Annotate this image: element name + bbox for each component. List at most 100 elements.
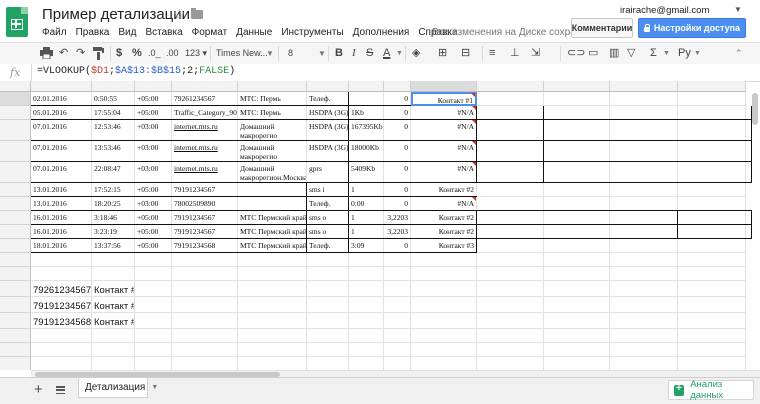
menu-item-3[interactable]: Вставка [145, 27, 182, 38]
data-cell[interactable] [238, 183, 307, 197]
save-status[interactable]: Все изменения на Диске сохра... [432, 27, 584, 38]
empty-cell[interactable] [172, 253, 238, 267]
empty-cell[interactable] [135, 343, 172, 357]
empty-cell[interactable] [610, 329, 678, 343]
empty-cell[interactable] [477, 313, 544, 329]
data-cell[interactable]: 13.01.2016 [31, 197, 92, 211]
data-cell[interactable]: 16.01.2016 [31, 211, 92, 225]
data-cell[interactable]: МТС Пермский край [238, 239, 307, 253]
lookup-cell[interactable]: Контакт #1 [92, 281, 135, 297]
empty-cell[interactable] [678, 329, 746, 343]
data-cell[interactable]: 13:53:46 [92, 141, 135, 162]
column-header-I[interactable] [411, 81, 477, 92]
empty-cell[interactable] [307, 253, 349, 267]
empty-cell[interactable] [678, 253, 746, 267]
menu-item-2[interactable]: Вид [118, 27, 136, 38]
data-cell[interactable]: 3,2203 [384, 225, 411, 239]
add-sheet-icon[interactable]: + [34, 381, 43, 398]
data-cell[interactable]: 0 [384, 239, 411, 253]
empty-cell[interactable] [238, 313, 307, 329]
empty-cell[interactable] [610, 211, 678, 225]
insert-link-icon[interactable]: ⊂⊃ [567, 47, 585, 60]
data-cell[interactable]: 79191234567 [172, 225, 238, 239]
empty-cell[interactable] [610, 162, 678, 183]
empty-cell[interactable] [610, 106, 678, 120]
lookup-cell[interactable]: Контакт #2 [92, 297, 135, 313]
empty-cell[interactable] [477, 297, 544, 313]
empty-cell[interactable] [477, 197, 544, 211]
data-cell[interactable]: 18:20:25 [92, 197, 135, 211]
empty-cell[interactable] [307, 329, 349, 343]
empty-cell[interactable] [92, 343, 135, 357]
empty-cell[interactable] [678, 141, 746, 162]
data-cell[interactable]: Traffic_Category_900 [172, 106, 238, 120]
print-icon[interactable] [40, 47, 53, 59]
input-tools-button[interactable]: Ру [678, 47, 691, 60]
empty-cell[interactable] [544, 225, 610, 239]
empty-cell[interactable] [477, 183, 544, 197]
empty-cell[interactable] [544, 92, 610, 106]
data-cell[interactable]: HSDPA (3G) [307, 141, 349, 162]
insert-comment-icon[interactable]: ▭ [588, 47, 598, 60]
star-icon[interactable]: ☆ [173, 6, 186, 23]
share-button[interactable]: Настройки доступа [638, 18, 746, 38]
empty-cell[interactable] [411, 297, 477, 313]
number-format-dropdown[interactable]: 123 ▾ [185, 47, 207, 60]
data-cell[interactable]: Телеф. [307, 197, 349, 211]
data-cell[interactable]: +05:00 [135, 211, 172, 225]
menu-item-6[interactable]: Инструменты [281, 27, 343, 38]
row-header[interactable] [0, 267, 31, 281]
column-header-E[interactable] [238, 81, 307, 92]
data-cell[interactable]: Телеф. [307, 92, 349, 106]
data-cell[interactable]: HSDPA (3G) [307, 120, 349, 141]
empty-cell[interactable] [307, 297, 349, 313]
empty-cell[interactable] [678, 281, 746, 297]
data-cell[interactable]: 17:52:15 [92, 183, 135, 197]
row-header[interactable] [0, 281, 31, 297]
data-cell[interactable]: gprs [307, 162, 349, 183]
lookup-cell[interactable]: Контакт #3 [92, 313, 135, 329]
row-header[interactable] [0, 225, 31, 239]
data-cell[interactable]: sms o [307, 225, 349, 239]
data-cell[interactable]: +05:00 [135, 183, 172, 197]
data-cell[interactable]: 79191234567 [172, 183, 238, 197]
data-cell[interactable]: 02.01.2016 [31, 92, 92, 106]
empty-cell[interactable] [678, 197, 746, 211]
data-cell[interactable]: 1 [349, 211, 384, 225]
data-cell[interactable]: 0 [384, 106, 411, 120]
empty-cell[interactable] [477, 357, 544, 370]
data-cell[interactable]: МТС Пермский край [238, 211, 307, 225]
empty-cell[interactable] [238, 281, 307, 297]
data-cell[interactable]: 18.01.2016 [31, 239, 92, 253]
empty-cell[interactable] [544, 313, 610, 329]
decrease-decimals-button[interactable]: .0_ [148, 47, 161, 60]
empty-cell[interactable] [349, 343, 384, 357]
account-dropdown-icon[interactable]: ▼ [734, 5, 742, 14]
empty-cell[interactable] [307, 343, 349, 357]
menu-item-7[interactable]: Дополнения [353, 27, 410, 38]
empty-cell[interactable] [135, 253, 172, 267]
input-tools-caret-icon[interactable]: ▼ [694, 47, 701, 60]
empty-cell[interactable] [544, 211, 610, 225]
empty-cell[interactable] [544, 141, 610, 162]
sheet-tab[interactable]: Детализация ▼ [78, 378, 158, 398]
empty-cell[interactable] [135, 297, 172, 313]
data-cell[interactable]: 05.01.2016 [31, 106, 92, 120]
data-cell[interactable]: #N/A [411, 162, 477, 183]
empty-cell[interactable] [135, 329, 172, 343]
data-cell[interactable]: 3:09 [349, 239, 384, 253]
empty-cell[interactable] [477, 162, 544, 183]
data-cell[interactable] [238, 197, 307, 211]
empty-cell[interactable] [92, 267, 135, 281]
empty-cell[interactable] [544, 120, 610, 141]
empty-cell[interactable] [477, 329, 544, 343]
empty-cell[interactable] [544, 183, 610, 197]
vertical-align-icon[interactable]: ⊥ [510, 47, 520, 60]
collapse-toolbar-icon[interactable]: ⌃ [735, 47, 743, 60]
empty-cell[interactable] [172, 297, 238, 313]
data-cell[interactable]: +05:00 [135, 239, 172, 253]
data-cell[interactable]: 1 [349, 183, 384, 197]
empty-cell[interactable] [678, 267, 746, 281]
column-header-F[interactable] [307, 81, 349, 92]
empty-cell[interactable] [384, 267, 411, 281]
